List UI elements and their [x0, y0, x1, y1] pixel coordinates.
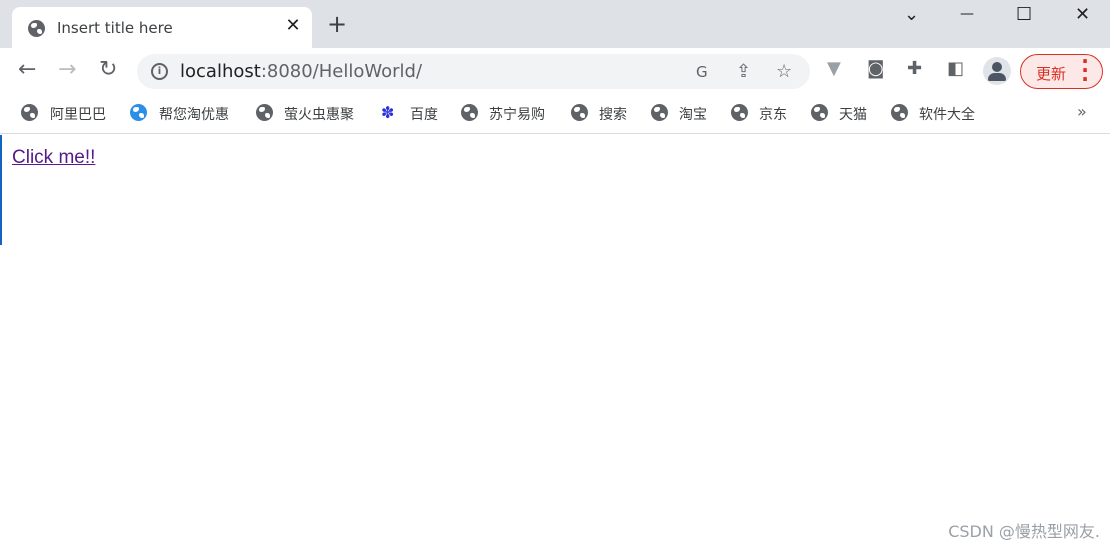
reload-button[interactable]: ↻ [99, 58, 117, 82]
window-edge [0, 135, 2, 245]
profile-avatar[interactable] [983, 57, 1011, 85]
globe-icon [21, 104, 38, 121]
address-bar[interactable]: i localhost:8080/HelloWorld/ G ⇪ ☆ [137, 54, 810, 89]
menu-dots-icon[interactable]: · · · [1081, 51, 1089, 89]
side-panel-icon[interactable]: ◧ [947, 58, 964, 79]
window-close-button[interactable]: ✕ [1075, 4, 1090, 25]
tab-active[interactable]: Insert title here ✕ [12, 7, 312, 48]
translate-icon[interactable]: G [696, 63, 708, 81]
forward-button[interactable]: → [58, 58, 76, 82]
baidu-paw-icon: ✽ [381, 103, 395, 122]
globe-icon [731, 104, 748, 121]
bookmark-star-icon[interactable]: ☆ [776, 61, 792, 82]
title-bar: Insert title here ✕ + ⌄ — ☐ ✕ [0, 0, 1110, 48]
update-label: 更新 [1036, 65, 1067, 83]
globe-icon [651, 104, 668, 121]
watermark: CSDN @慢热型网友. [948, 522, 1100, 541]
globe-icon [461, 104, 478, 121]
url-text[interactable]: localhost:8080/HelloWorld/ [180, 61, 422, 82]
update-button[interactable]: 更新 · · · [1020, 51, 1103, 89]
tab-search-chevron-icon[interactable]: ⌄ [904, 4, 919, 25]
share-icon[interactable]: ⇪ [736, 61, 751, 82]
extensions-puzzle-icon[interactable]: ✚ [907, 58, 922, 79]
extension-icon[interactable]: ◙ [867, 58, 884, 79]
bookmark-label: 搜索 [599, 107, 627, 123]
new-tab-button[interactable]: + [327, 12, 347, 36]
globe-icon [28, 20, 45, 37]
minimize-button[interactable]: — [960, 6, 974, 22]
bookmark-label: 淘宝 [679, 107, 707, 123]
bookmarks-overflow-button[interactable]: » [1077, 102, 1087, 121]
globe-icon [811, 104, 828, 121]
bookmarks-bar: 阿里巴巴 帮您淘优惠 萤火虫惠聚 ✽ 百度 苏宁易购 搜索 淘宝 京东 天猫 软件… [0, 94, 1110, 134]
bookmark-label: 软件大全 [919, 107, 975, 123]
browser-toolbar: ← → ↻ i localhost:8080/HelloWorld/ G ⇪ ☆… [0, 48, 1110, 94]
globe-icon [256, 104, 273, 121]
back-button[interactable]: ← [18, 58, 36, 82]
click-me-link[interactable]: Click me!! [12, 147, 95, 169]
tab-close-icon[interactable]: ✕ [282, 15, 304, 36]
url-host: localhost [180, 61, 261, 82]
site-info-icon[interactable]: i [151, 63, 168, 80]
bookmark-label: 阿里巴巴 [50, 107, 106, 123]
bookmark-label: 萤火虫惠聚 [284, 107, 354, 123]
url-path: :8080/HelloWorld/ [260, 61, 423, 82]
globe-icon [571, 104, 588, 121]
bookmark-label: 苏宁易购 [489, 107, 545, 123]
bookmark-label: 百度 [410, 107, 438, 123]
globe-icon [891, 104, 908, 121]
tab-title: Insert title here [57, 19, 173, 37]
dolphin-icon [130, 104, 147, 121]
vue-devtools-extension-icon[interactable]: ▼ [827, 58, 841, 79]
bookmark-label: 帮您淘优惠 [159, 107, 229, 123]
maximize-button[interactable]: ☐ [1016, 4, 1032, 25]
bookmark-label: 京东 [759, 107, 787, 123]
bookmark-label: 天猫 [839, 107, 867, 123]
